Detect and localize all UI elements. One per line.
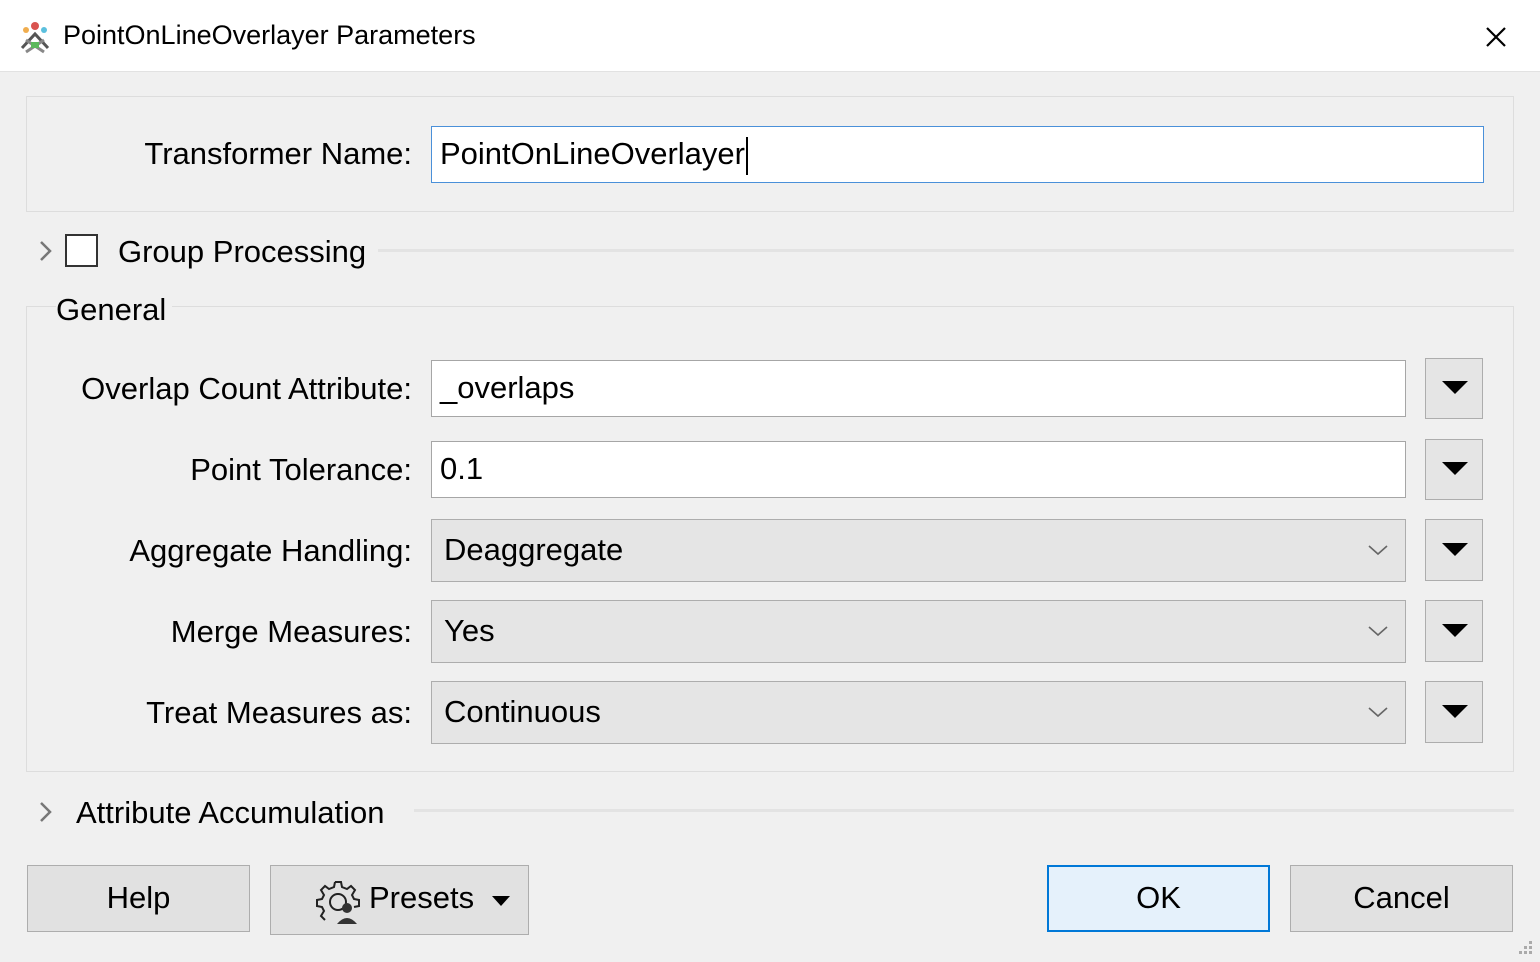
overlap-count-menu-button[interactable]	[1425, 358, 1483, 419]
transformer-name-input[interactable]: PointOnLineOverlayer	[431, 126, 1484, 183]
text-caret	[746, 136, 748, 175]
treat-measures-select[interactable]: Continuous	[431, 681, 1406, 744]
section-divider	[378, 249, 1514, 252]
fme-transformer-icon	[20, 22, 50, 54]
attribute-accumulation-label[interactable]: Attribute Accumulation	[76, 795, 384, 831]
resize-grip-icon[interactable]	[1516, 938, 1534, 956]
presets-button[interactable]: Presets	[270, 865, 529, 935]
point-tolerance-menu-button[interactable]	[1425, 439, 1483, 500]
help-button[interactable]: Help	[27, 865, 250, 932]
transformer-name-label: Transformer Name:	[144, 136, 412, 171]
general-section-title: General	[56, 292, 173, 328]
triangle-down-icon	[1442, 624, 1468, 637]
chevron-right-icon[interactable]	[38, 800, 54, 824]
group-processing-label: Group Processing	[118, 234, 367, 269]
point-tolerance-input[interactable]: 0.1	[431, 441, 1406, 498]
treat-measures-value: Continuous	[444, 694, 601, 729]
group-processing-checkbox[interactable]	[65, 234, 98, 267]
section-divider	[414, 809, 1514, 812]
title-bar: PointOnLineOverlayer Parameters	[0, 0, 1540, 72]
presets-label: Presets	[369, 880, 475, 915]
overlap-count-input[interactable]: _overlaps	[431, 360, 1406, 417]
aggregate-handling-label: Aggregate Handling:	[129, 533, 412, 568]
treat-measures-menu-button[interactable]	[1425, 681, 1483, 743]
aggregate-handling-select[interactable]: Deaggregate	[431, 519, 1406, 582]
chevron-down-icon	[1368, 545, 1388, 556]
aggregate-handling-menu-button[interactable]	[1425, 519, 1483, 581]
close-icon[interactable]	[1475, 16, 1517, 58]
triangle-down-icon	[1442, 381, 1468, 394]
point-tolerance-label: Point Tolerance:	[190, 452, 412, 487]
treat-measures-label: Treat Measures as:	[146, 695, 412, 730]
ok-button[interactable]: OK	[1047, 865, 1270, 932]
triangle-down-icon	[1442, 543, 1468, 556]
window-title: PointOnLineOverlayer Parameters	[63, 20, 476, 50]
triangle-down-icon	[492, 896, 510, 906]
gear-user-icon	[316, 881, 360, 924]
chevron-down-icon	[1368, 626, 1388, 637]
transformer-name-value: PointOnLineOverlayer	[440, 136, 745, 171]
merge-measures-select[interactable]: Yes	[431, 600, 1406, 663]
merge-measures-value: Yes	[444, 613, 495, 648]
chevron-down-icon	[1368, 707, 1388, 718]
aggregate-handling-value: Deaggregate	[444, 532, 624, 567]
triangle-down-icon	[1442, 705, 1468, 718]
merge-measures-menu-button[interactable]	[1425, 600, 1483, 662]
merge-measures-label: Merge Measures:	[170, 614, 412, 649]
triangle-down-icon	[1442, 462, 1468, 475]
overlap-count-label: Overlap Count Attribute:	[81, 371, 412, 406]
chevron-right-icon[interactable]	[38, 239, 54, 263]
cancel-button[interactable]: Cancel	[1290, 865, 1513, 932]
